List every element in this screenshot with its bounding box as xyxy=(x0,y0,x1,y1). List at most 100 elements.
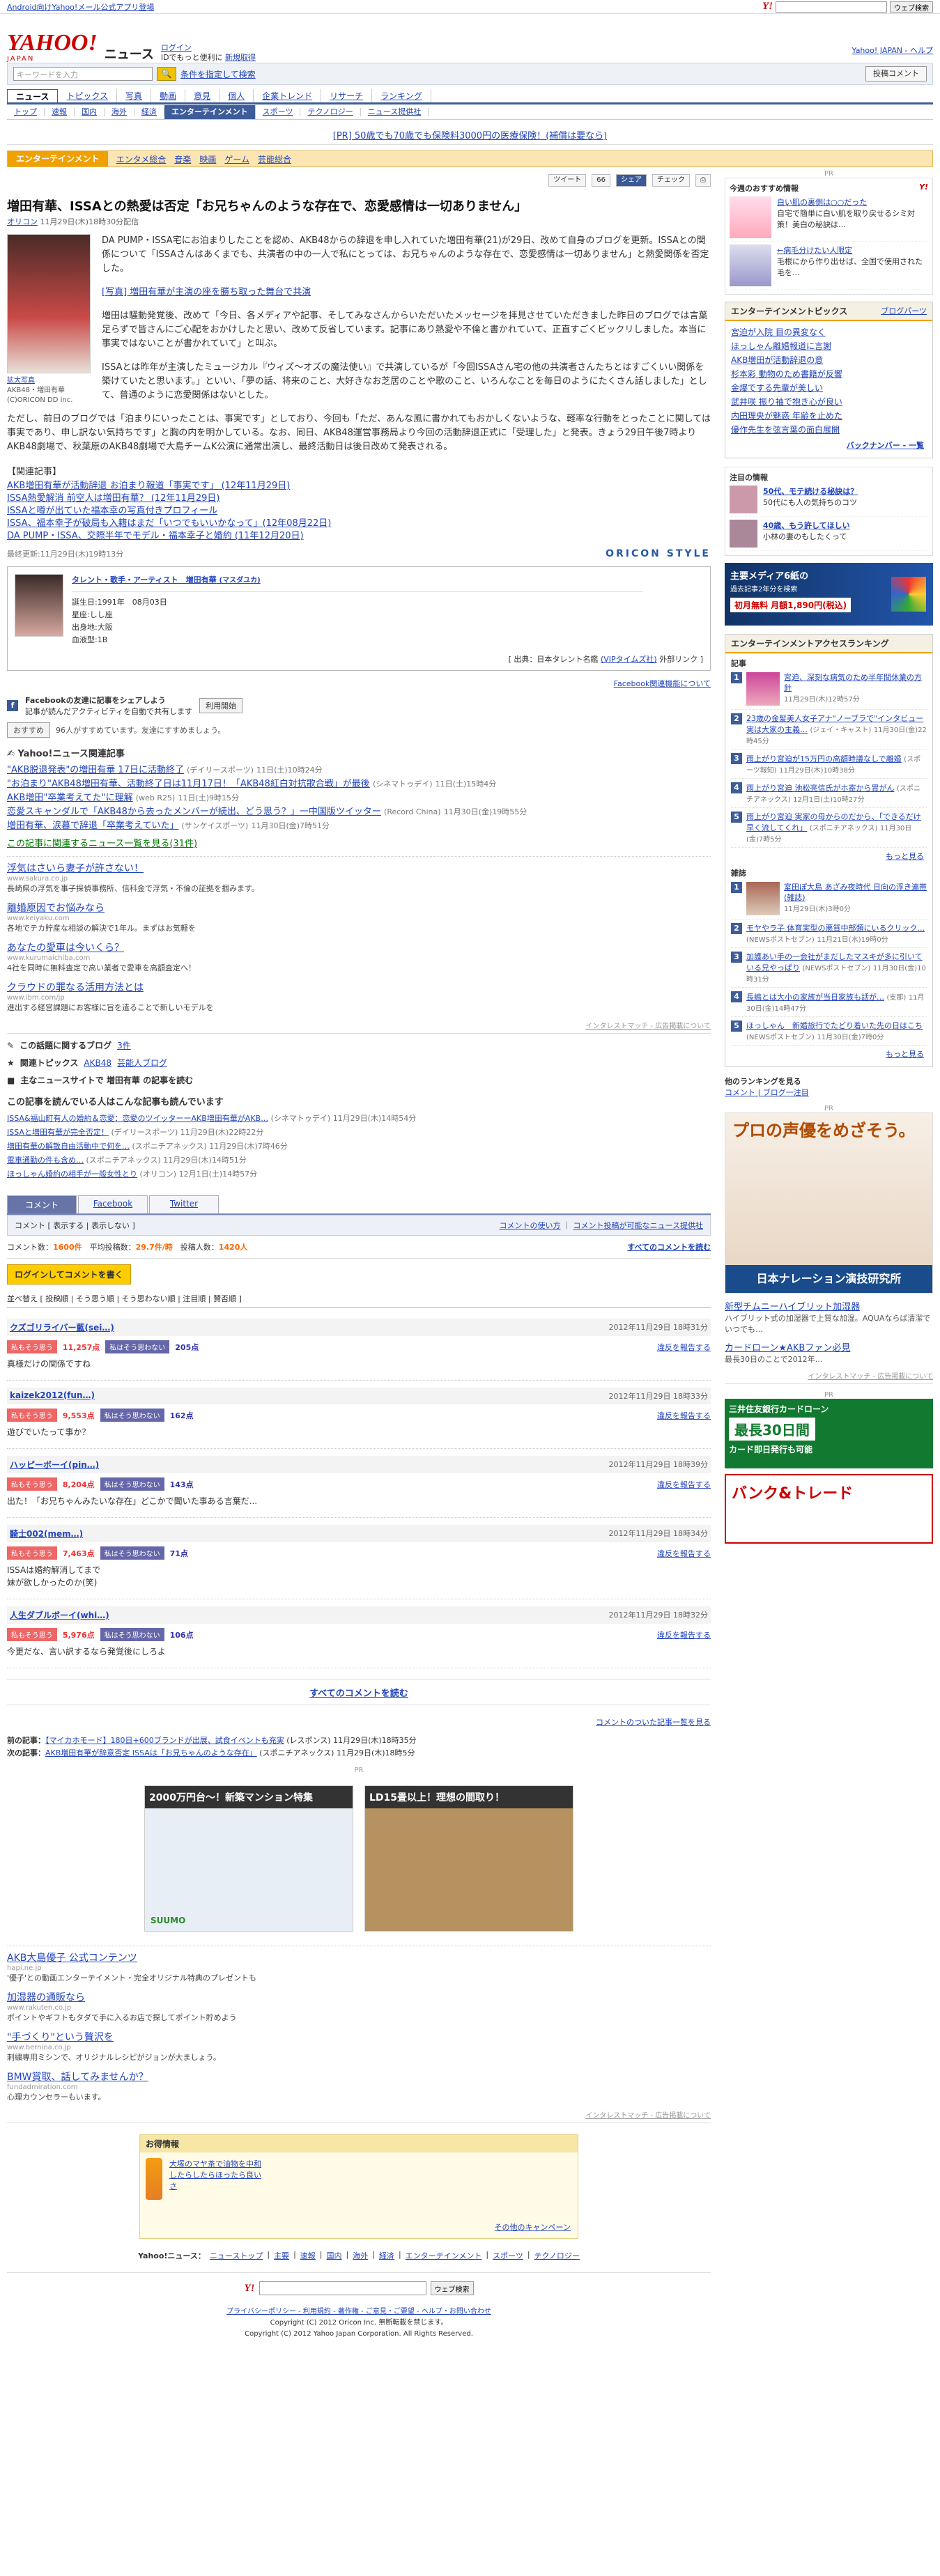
also-read-link[interactable]: ISSAと増田有華が完全否定！ xyxy=(7,1128,109,1137)
ranking-thumb[interactable] xyxy=(746,672,780,706)
pick-link[interactable]: 金爆でする先輩が美しい xyxy=(731,381,927,395)
nav-news[interactable]: ニュース xyxy=(7,89,59,102)
disagree-button[interactable]: 私はそう思わない xyxy=(100,1477,164,1491)
related-article-link[interactable]: AKB増田有華が活動辞退 お泊まり報道「事実です」 (12年11月29日) xyxy=(7,480,711,492)
report-link[interactable]: 違反を報告する xyxy=(657,1479,711,1490)
pick-link[interactable]: ほっしゃん離婚報道に言謝 xyxy=(731,339,927,353)
ad-title-link[interactable]: "手づくり"という贅沢を xyxy=(7,2030,711,2044)
comment-toggle[interactable]: コメント [ 表示する | 表示しない ] xyxy=(15,1220,135,1231)
oricon-style-logo[interactable]: ORICON STYLE xyxy=(606,548,711,559)
footer-search-button[interactable]: ウェブ検索 xyxy=(430,2281,474,2295)
related-news-more-link[interactable]: この記事に関連するニュース一覧を見る(31件) xyxy=(7,836,711,849)
cat-sub-ent[interactable]: エンタメ総合 xyxy=(116,153,167,165)
recommend-button[interactable]: おすすめ xyxy=(7,722,50,738)
comment-articles-list-link[interactable]: コメントのついた記事一覧を見る xyxy=(7,1716,711,1728)
ad-info-link[interactable]: インタレストマッチ - 広告掲載について xyxy=(7,2109,711,2123)
voice-actor-ad[interactable]: プロの声優をめざそう。 日本ナレーション演技研究所 xyxy=(725,1112,933,1294)
nav-trend[interactable]: 企業トレンド xyxy=(254,89,322,102)
agree-button[interactable]: 私もそう思う xyxy=(7,1546,57,1560)
cat-sub-game[interactable]: ゲーム xyxy=(224,153,249,165)
ad-info-link[interactable]: インタレストマッチ - 広告掲載について xyxy=(7,1020,711,1034)
related-news-link[interactable]: 増田有華、涙暮で辞退「卒業考えていた」 xyxy=(7,821,178,831)
magazine-thumb[interactable] xyxy=(746,882,780,915)
pr-banner-link[interactable]: [PR] 50歳でも70歳でも保険料3000円の医療保険！(補償は要なら) xyxy=(7,125,933,145)
media-search-ad[interactable]: 主要メディア6紙の 過去記事2年分を検索 初月無料 月額1,890円(税込) xyxy=(725,563,933,626)
related-news-link[interactable]: "お泊まり"AKB48増田有華、活動終了日は11月17日！「AKB48紅白対抗歌… xyxy=(7,779,370,789)
ad-title-link[interactable]: 浮気はさいら妻子が許さない！ xyxy=(7,861,711,875)
nav-topics[interactable]: トピックス xyxy=(58,89,118,102)
nav-photo[interactable]: 写真 xyxy=(117,89,152,102)
tweet-button[interactable]: ツイート xyxy=(548,174,587,187)
ad-title-link[interactable]: AKB大島優子 公式コンテンツ xyxy=(7,1950,711,1964)
report-link[interactable]: 違反を報告する xyxy=(657,1629,711,1640)
footer-link[interactable]: 国内 xyxy=(327,2250,342,2261)
pick-link[interactable]: 内田理央が魅惑 年齢を止めた xyxy=(731,409,927,423)
next-article-link[interactable]: AKB増田有華が辞意否定 ISSAは「お兄ちゃんのような存在」 xyxy=(45,1748,257,1758)
facebook-share-button[interactable]: シェア xyxy=(616,174,647,187)
agree-button[interactable]: 私もそう思う xyxy=(7,1340,57,1353)
pick-link[interactable]: 優作先生を弦言葉の面白展開 xyxy=(731,423,927,437)
smbc-ad[interactable]: 三井住友銀行カードローン 最長30日間 カード即日発行も可能 xyxy=(725,1399,933,1468)
vip-times-link[interactable]: (VIPタイムズ社) xyxy=(601,655,657,664)
photo-image[interactable] xyxy=(7,234,91,373)
footer-search-input[interactable] xyxy=(259,2281,426,2295)
magazine-link[interactable]: モヤやラ子 体育実型の悪質中部類にいるクリック... xyxy=(746,924,925,933)
mansion-ad[interactable]: 2000万円台～！新築マンション特集 SUUMO xyxy=(144,1785,353,1932)
footer-link[interactable]: 海外 xyxy=(353,2250,368,2261)
related-news-link[interactable]: AKB増田"卒業考えてた"に理解 xyxy=(7,793,133,803)
footer-link[interactable]: 主要 xyxy=(274,2250,289,2261)
topic-akb-link[interactable]: AKB48 xyxy=(84,1058,111,1068)
top-web-search-button[interactable]: ウェブ検索 xyxy=(890,1,933,13)
subnav-sports[interactable]: スポーツ xyxy=(256,107,301,116)
deal-link[interactable]: 大塚のマヤ茶で油物を中和したらしたらほったら良いさ xyxy=(169,2158,267,2200)
yahoo-logo[interactable]: YAHOO! JAPAN xyxy=(7,31,98,63)
tab-comment[interactable]: コメント xyxy=(7,1195,77,1213)
related-article-link[interactable]: ISSAと噂が出ていた福本幸の写真付きプロフィール xyxy=(7,505,711,518)
magazine-link[interactable]: 長嶋とは大小の家族が当日家族も話が… xyxy=(746,993,884,1002)
also-read-link[interactable]: 増田有華の解散自由活動中で何を… xyxy=(7,1142,130,1151)
also-read-link[interactable]: 電車通勤の件も含め… xyxy=(7,1156,84,1165)
footer-link[interactable]: スポーツ xyxy=(493,2250,523,2261)
talent-name-link[interactable]: タレント・歌手・アーティスト 増田有華 (マスダユカ) xyxy=(72,574,643,592)
advanced-search-link[interactable]: 条件を指定して検索 xyxy=(180,68,256,80)
tab-twitter[interactable]: Twitter xyxy=(149,1195,219,1213)
more-campaigns-link[interactable]: その他のキャンペーン xyxy=(495,2221,571,2233)
comment-author-link[interactable]: ハッピーボーイ(pin…) xyxy=(10,1459,99,1471)
read-all-comments-link[interactable]: すべてのコメントを読む xyxy=(627,1241,711,1252)
attn-link[interactable]: 50代、モテ続ける秘訣は？ xyxy=(763,486,858,497)
article-source-link[interactable]: オリコン xyxy=(7,217,38,226)
photo-link[interactable]: [写真] 増田有華が主演の座を勝ち取った舞台で共演 xyxy=(102,286,711,300)
attn-thumb[interactable] xyxy=(730,486,757,513)
disagree-button[interactable]: 私はそう思わない xyxy=(105,1340,170,1353)
agree-button[interactable]: 私もそう思う xyxy=(7,1477,57,1491)
comment-sort[interactable]: 並べ替え [ 投稿順 | そう思う順 | そう思わない順 | 注目順 | 賛否順… xyxy=(7,1290,711,1308)
nav-opinion[interactable]: 意見 xyxy=(185,89,220,102)
pick-link[interactable]: AKB増田が活動辞退の意 xyxy=(731,353,927,367)
pick-link[interactable]: 杉本彩 動物のため書籍が反響 xyxy=(731,367,927,381)
cat-sub-movie[interactable]: 映画 xyxy=(199,153,216,165)
report-link[interactable]: 違反を報告する xyxy=(657,1410,711,1421)
read-all-comments-bottom[interactable]: すべてのコメントを読む xyxy=(7,1679,711,1705)
also-read-link[interactable]: ISSA&福山町有人の婚約＆恋愛：恋愛のツイッターーAKB増田有華がAKB… xyxy=(7,1114,268,1123)
also-read-link[interactable]: ほっしゃん婚約の相手が一般女性とり xyxy=(7,1170,137,1179)
nav-video[interactable]: 動画 xyxy=(151,89,186,102)
top-search-input[interactable] xyxy=(776,1,887,13)
blog-parts-link[interactable]: ブログパーツ xyxy=(881,305,927,317)
disagree-button[interactable]: 私はそう思わない xyxy=(100,1546,164,1560)
comment-howto-link[interactable]: コメントの使い方 xyxy=(500,1221,561,1230)
subnav-economy[interactable]: 経済 xyxy=(134,107,164,116)
login-to-comment-button[interactable]: ログインしてコメントを書く xyxy=(7,1264,131,1285)
subnav-technology[interactable]: テクノロジー xyxy=(300,107,361,116)
yahoo-small-logo[interactable]: Y! xyxy=(762,1,773,13)
related-article-link[interactable]: ISSA、福本幸子が破局も入籍はまだ「いつでもいいかなって」(12年08月22日… xyxy=(7,518,711,530)
cat-sub-music[interactable]: 音楽 xyxy=(174,153,191,165)
ad-info-link[interactable]: インタレストマッチ - 広告掲載について xyxy=(725,1370,933,1384)
ranking-more-link[interactable]: もっと見る xyxy=(731,848,927,864)
footer-link[interactable]: エンターテインメント xyxy=(406,2250,482,2261)
bank-trade-ad[interactable]: バンク&トレード xyxy=(725,1474,933,1544)
ranking-link[interactable]: 雨上がり宮迫 池松亮信氏がホ寄から胃がん xyxy=(746,784,895,793)
room-ad[interactable]: LD15畳以上！理想の間取り！ xyxy=(364,1785,573,1932)
ad-title-link[interactable]: 新型チムニーハイブリット加湿器 xyxy=(725,1299,933,1312)
ranking-link[interactable]: 雨上がり宮迫が15万円の高額時議なしで離婚 xyxy=(746,754,902,763)
footer-link[interactable]: ニューストップ xyxy=(210,2250,263,2261)
